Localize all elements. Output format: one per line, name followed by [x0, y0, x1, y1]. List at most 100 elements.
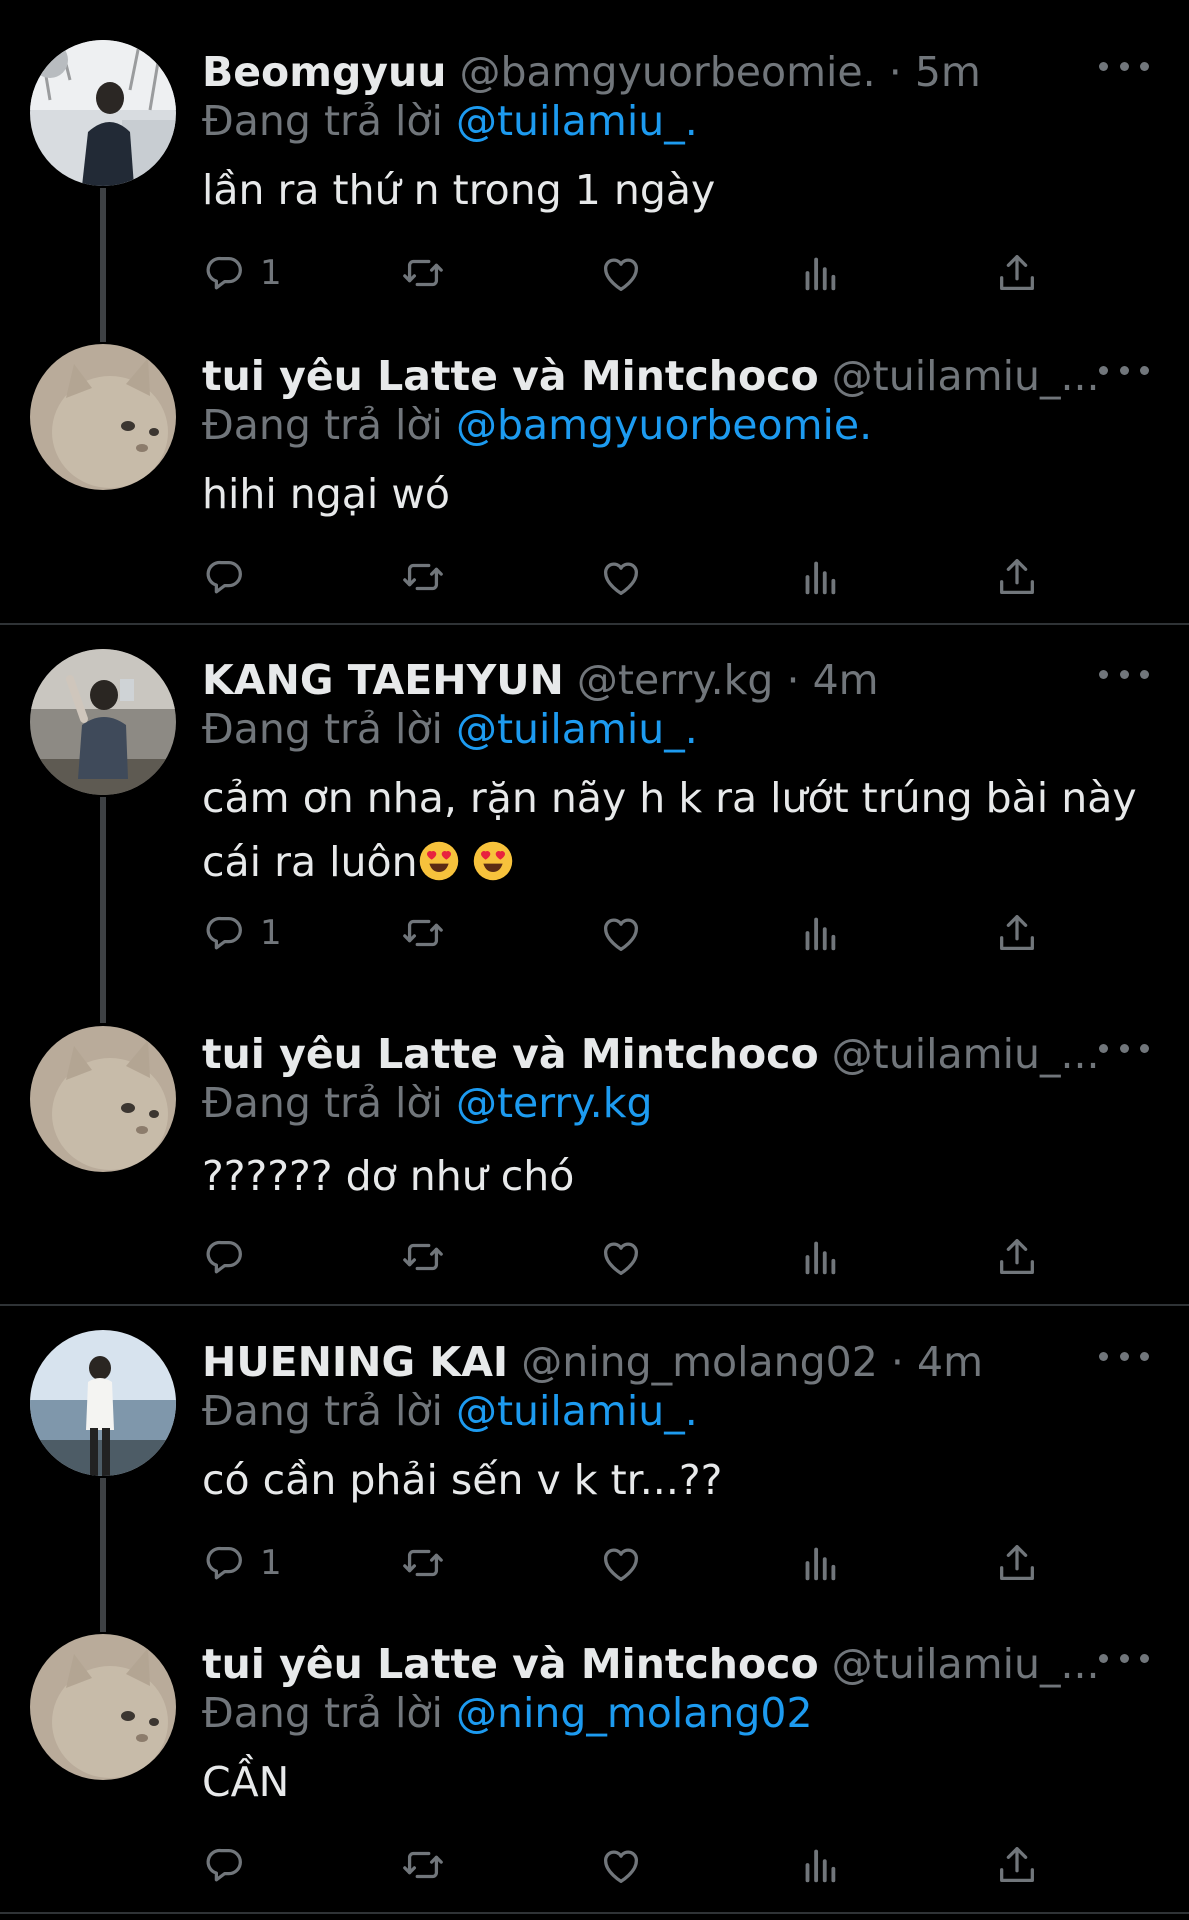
analytics-icon — [796, 1540, 842, 1586]
mention-link[interactable]: @terry.kg — [456, 1079, 653, 1127]
retweet-button[interactable] — [400, 1835, 446, 1895]
more-icon[interactable] — [1099, 1028, 1149, 1068]
share-button[interactable] — [994, 243, 1040, 303]
user-handle[interactable]: @terry.kg — [577, 656, 774, 704]
user-handle[interactable]: @ning_molang02 — [521, 1338, 878, 1386]
avatar[interactable] — [30, 344, 176, 490]
mention-link[interactable]: @ning_molang02 — [456, 1689, 813, 1737]
share-button[interactable] — [994, 1227, 1040, 1287]
display-name[interactable]: tui yêu Latte và Mintchoco — [202, 1640, 819, 1688]
thread-line — [100, 188, 106, 342]
analytics-icon — [796, 554, 842, 600]
retweet-button[interactable] — [400, 243, 446, 303]
analytics-icon — [796, 250, 842, 296]
like-button[interactable] — [598, 1533, 644, 1593]
replying-label: Đang trả lời — [202, 1689, 443, 1737]
avatar[interactable] — [30, 1026, 176, 1172]
retweet-button[interactable] — [400, 903, 446, 963]
like-button[interactable] — [598, 1227, 644, 1287]
user-handle[interactable]: @bamgyuorbeomie. — [459, 48, 875, 96]
reply-icon — [202, 1234, 248, 1280]
more-icon[interactable] — [1099, 1336, 1149, 1376]
retweet-button[interactable] — [400, 547, 446, 607]
like-icon — [598, 1540, 644, 1586]
like-icon — [598, 554, 644, 600]
analytics-button[interactable] — [796, 1227, 842, 1287]
separator-dot: · — [786, 656, 800, 704]
action-bar — [202, 1227, 1062, 1287]
display-name[interactable]: tui yêu Latte và Mintchoco — [202, 1030, 819, 1078]
thread-divider — [0, 1304, 1189, 1306]
timestamp[interactable]: 4m — [813, 656, 879, 704]
tweet-header: tui yêu Latte và Mintchoco @tuilamiu_...… — [202, 1024, 1097, 1084]
replying-to: Đang trả lời @terry.kg — [202, 1076, 652, 1130]
analytics-button[interactable] — [796, 1835, 842, 1895]
reply-button[interactable] — [202, 547, 248, 607]
share-button[interactable] — [994, 903, 1040, 963]
share-icon — [994, 1234, 1040, 1280]
display-name[interactable]: tui yêu Latte và Mintchoco — [202, 352, 819, 400]
share-icon — [994, 554, 1040, 600]
share-button[interactable] — [994, 1835, 1040, 1895]
display-name[interactable]: KANG TAEHYUN — [202, 656, 564, 704]
mention-link[interactable]: @bamgyuorbeomie. — [456, 401, 872, 449]
action-bar: 1 — [202, 243, 1062, 303]
reply-count: 1 — [260, 1543, 282, 1583]
timestamp[interactable]: 4m — [917, 1338, 983, 1386]
share-icon — [994, 910, 1040, 956]
avatar[interactable] — [30, 1330, 176, 1476]
replying-label: Đang trả lời — [202, 401, 443, 449]
avatar[interactable] — [30, 649, 176, 795]
thread-divider — [0, 1912, 1189, 1914]
mention-link[interactable]: @tuilamiu_. — [456, 97, 698, 145]
reply-button[interactable]: 1 — [202, 243, 282, 303]
action-bar: 1 — [202, 903, 1062, 963]
share-button[interactable] — [994, 1533, 1040, 1593]
tweet-text: lần ra thứ n trong 1 ngày — [202, 166, 716, 214]
reply-button[interactable]: 1 — [202, 1533, 282, 1593]
more-icon[interactable] — [1099, 46, 1149, 86]
analytics-icon — [796, 1234, 842, 1280]
user-handle[interactable]: @tuilamiu_.... — [832, 352, 1097, 400]
avatar[interactable] — [30, 40, 176, 186]
timestamp[interactable]: 5m — [915, 48, 981, 96]
more-icon[interactable] — [1099, 654, 1149, 694]
share-icon — [994, 250, 1040, 296]
avatar[interactable] — [30, 1634, 176, 1780]
reply-count: 1 — [260, 913, 282, 953]
more-icon[interactable] — [1099, 350, 1149, 390]
like-button[interactable] — [598, 1835, 644, 1895]
retweet-icon — [400, 1540, 446, 1586]
retweet-icon — [400, 1842, 446, 1888]
user-handle[interactable]: @tuilamiu_.... — [832, 1030, 1097, 1078]
like-button[interactable] — [598, 243, 644, 303]
like-button[interactable] — [598, 547, 644, 607]
reply-button[interactable] — [202, 1835, 248, 1895]
replying-to: Đang trả lời @tuilamiu_. — [202, 94, 698, 148]
user-handle[interactable]: @tuilamiu_.... — [832, 1640, 1097, 1688]
analytics-button[interactable] — [796, 1533, 842, 1593]
share-icon — [994, 1842, 1040, 1888]
reply-icon — [202, 554, 248, 600]
analytics-button[interactable] — [796, 903, 842, 963]
like-button[interactable] — [598, 903, 644, 963]
retweet-icon — [400, 554, 446, 600]
mention-link[interactable]: @tuilamiu_. — [456, 1387, 698, 1435]
share-button[interactable] — [994, 547, 1040, 607]
retweet-button[interactable] — [400, 1533, 446, 1593]
retweet-button[interactable] — [400, 1227, 446, 1287]
mention-link[interactable]: @tuilamiu_. — [456, 705, 698, 753]
tweet-text-content: cảm ơn nha, rặn nãy h k ra lướt trúng bà… — [202, 774, 1137, 886]
analytics-button[interactable] — [796, 243, 842, 303]
reply-icon — [202, 910, 248, 956]
display-name[interactable]: Beomgyuu — [202, 48, 446, 96]
analytics-button[interactable] — [796, 547, 842, 607]
tweet-header: HUENING KAI @ning_molang02 · 4m — [202, 1332, 1097, 1392]
thread-line — [100, 797, 106, 1023]
like-icon — [598, 250, 644, 296]
display-name[interactable]: HUENING KAI — [202, 1338, 508, 1386]
reply-button[interactable] — [202, 1227, 248, 1287]
analytics-icon — [796, 910, 842, 956]
reply-button[interactable]: 1 — [202, 903, 282, 963]
more-icon[interactable] — [1099, 1638, 1149, 1678]
